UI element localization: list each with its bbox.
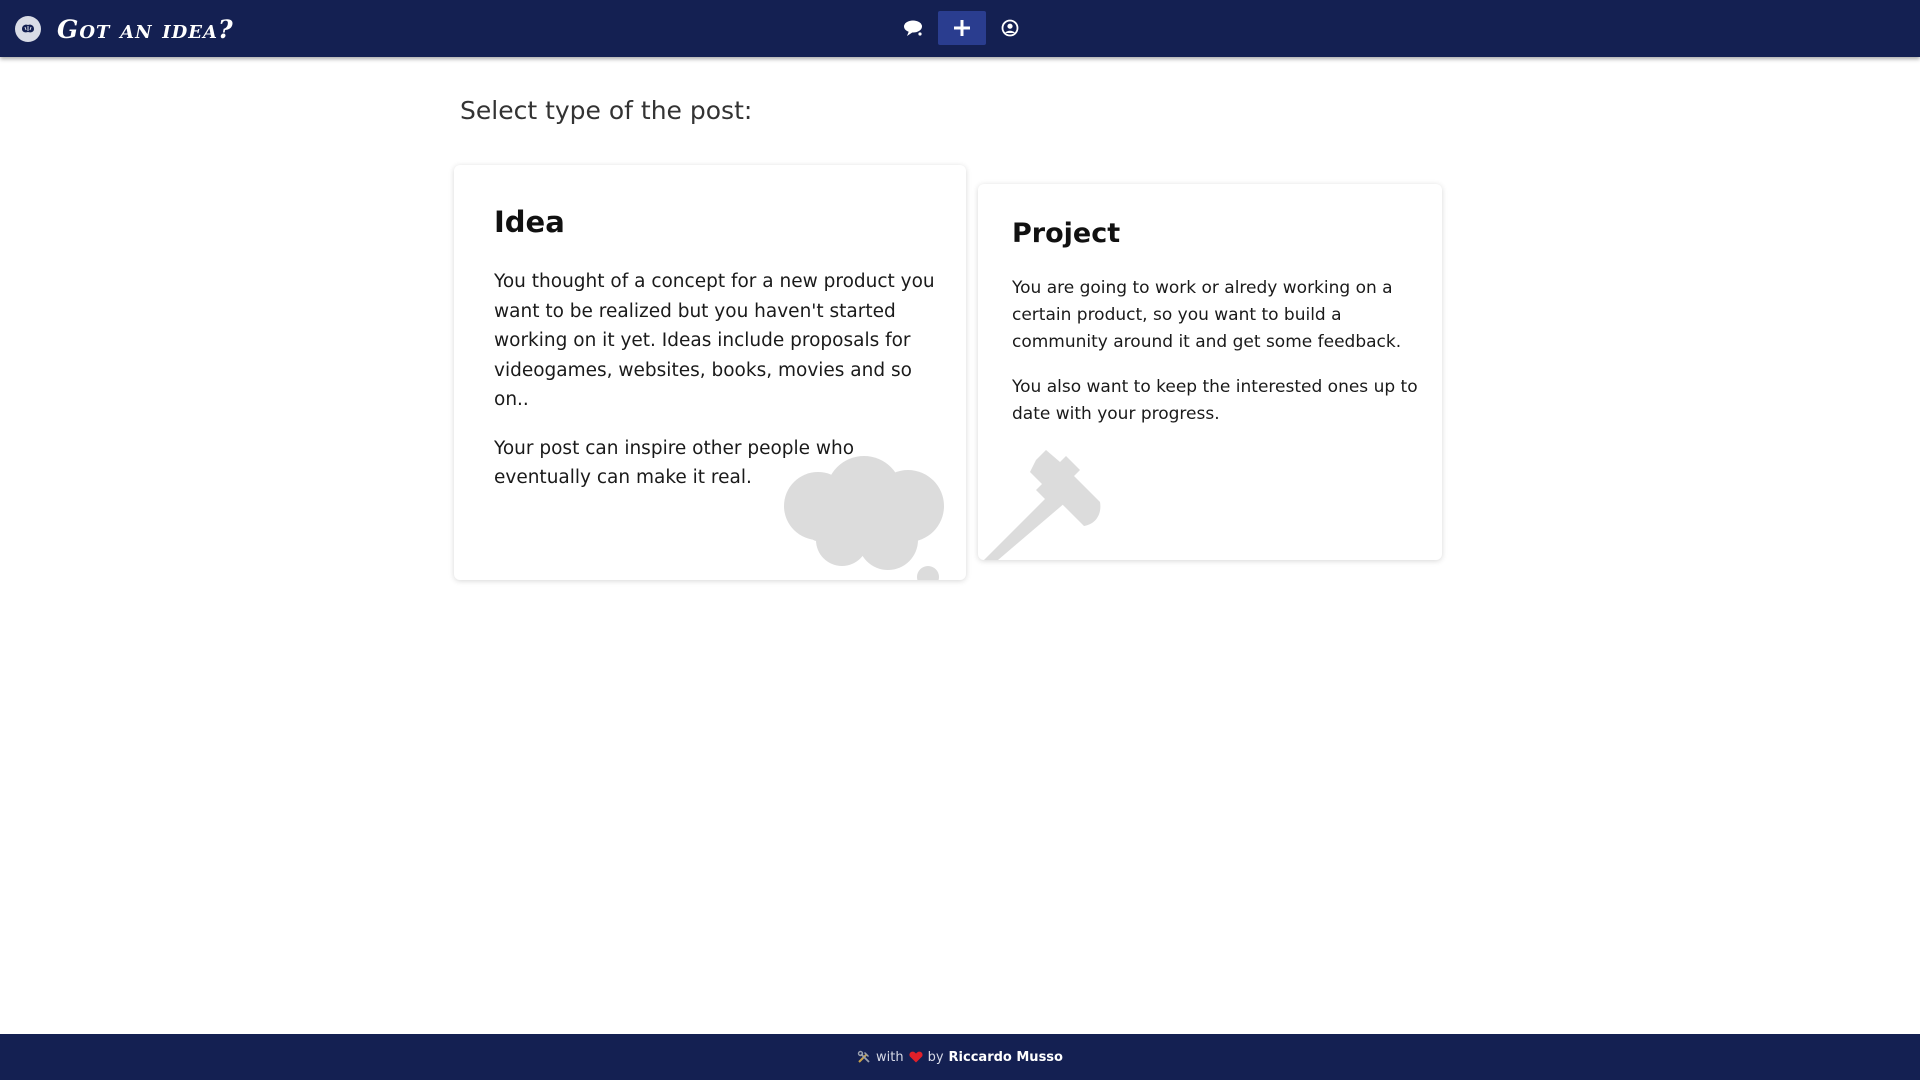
user-circle-icon [1001, 19, 1019, 37]
footer-with-text: with [876, 1049, 904, 1065]
main-nav [890, 11, 1034, 45]
project-card-paragraph: You are going to work or alredy working … [1012, 278, 1402, 352]
heart-icon [909, 1051, 923, 1063]
top-navbar: Got an idea? [0, 0, 1920, 57]
brand-title: Got an idea? [57, 14, 234, 44]
project-card-text: You are going to work or alredy working … [1012, 275, 1422, 428]
profile-nav-button[interactable] [986, 11, 1034, 45]
hammer-icon [984, 450, 1101, 560]
chat-bubble-icon [904, 20, 922, 36]
author-link[interactable]: Riccardo Musso [949, 1050, 1063, 1065]
brain-logo-icon [15, 16, 41, 42]
page-heading: Select type of the post: [460, 96, 753, 125]
feed-nav-button[interactable] [890, 11, 938, 45]
project-card-paragraph: You also want to keep the interested one… [1012, 377, 1418, 424]
new-post-nav-button[interactable] [938, 11, 986, 45]
brand[interactable]: Got an idea? [15, 13, 234, 45]
project-card-title: Project [1012, 218, 1121, 249]
footer: with by Riccardo Musso [0, 1034, 1920, 1080]
idea-card[interactable]: Idea You thought of a concept for a new … [454, 165, 966, 580]
project-card[interactable]: Project You are going to work or alredy … [978, 184, 1442, 560]
hammer-wrench-icon [857, 1050, 871, 1064]
thought-cloud-icon [784, 456, 944, 580]
plus-icon [954, 20, 970, 36]
footer-by-text: by [927, 1049, 944, 1065]
idea-card-paragraph: You thought of a concept for a new produ… [494, 271, 935, 410]
idea-card-title: Idea [494, 205, 565, 239]
